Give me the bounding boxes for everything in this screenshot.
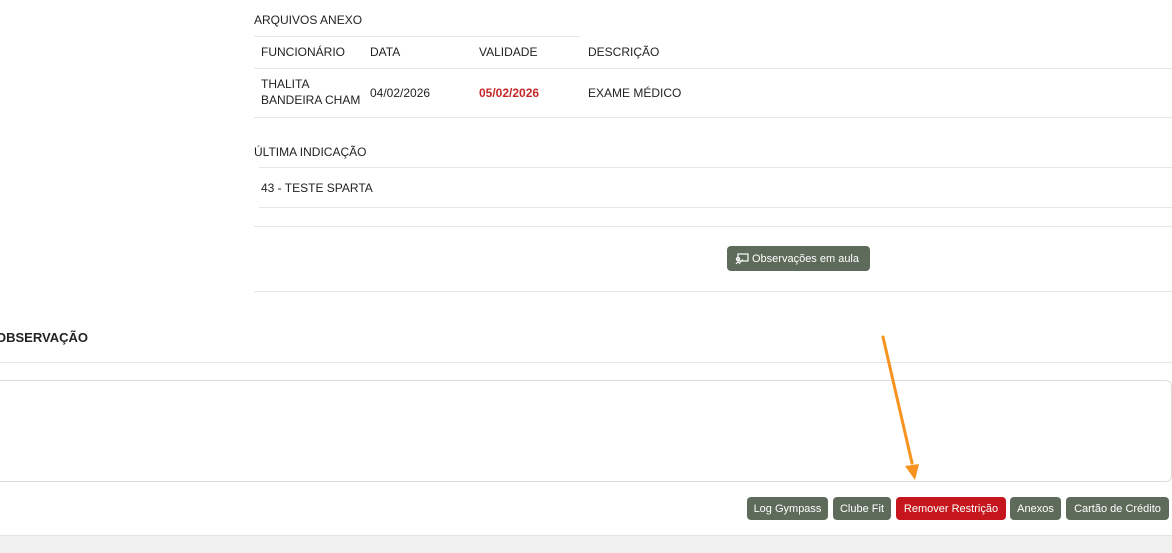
class-notes-button[interactable]: Observações em aula [727, 246, 870, 271]
col-validity: VALIDADE [479, 45, 538, 59]
clube-fit-button[interactable]: Clube Fit [833, 497, 891, 520]
divider [254, 117, 1172, 118]
divider [259, 207, 1172, 208]
divider [254, 36, 580, 37]
col-employee: FUNCIONÁRIO [261, 45, 345, 59]
divider [254, 291, 1172, 292]
observation-title: OBSERVAÇÃO [0, 330, 88, 345]
last-indication-title: ÚLTIMA INDICAÇÃO [254, 145, 367, 159]
class-notes-label: Observações em aula [752, 252, 859, 265]
credit-card-button[interactable]: Cartão de Crédito [1066, 497, 1169, 520]
cell-validity: 05/02/2026 [479, 86, 540, 100]
divider [254, 226, 1172, 227]
divider [254, 68, 1172, 69]
col-date: DATA [370, 45, 401, 59]
observation-textarea[interactable] [0, 380, 1172, 482]
col-description: DESCRIÇÃO [588, 45, 660, 59]
cell-employee: THALITA BANDEIRA CHAM [261, 77, 361, 107]
divider [0, 362, 1172, 363]
footer-bar [0, 535, 1172, 553]
annotation-arrow-icon [881, 335, 919, 480]
cell-description: EXAME MÉDICO [588, 86, 682, 100]
attachments-button[interactable]: Anexos [1010, 497, 1061, 520]
log-gympass-button[interactable]: Log Gympass [747, 497, 828, 520]
remove-restriction-button[interactable]: Remover Restrição [896, 497, 1006, 520]
attachments-title: ARQUIVOS ANEXO [254, 13, 363, 27]
last-indication-value: 43 - TESTE SPARTA [261, 181, 373, 195]
divider [259, 167, 1172, 168]
chalkboard-icon [735, 252, 749, 265]
cell-date: 04/02/2026 [370, 86, 431, 100]
